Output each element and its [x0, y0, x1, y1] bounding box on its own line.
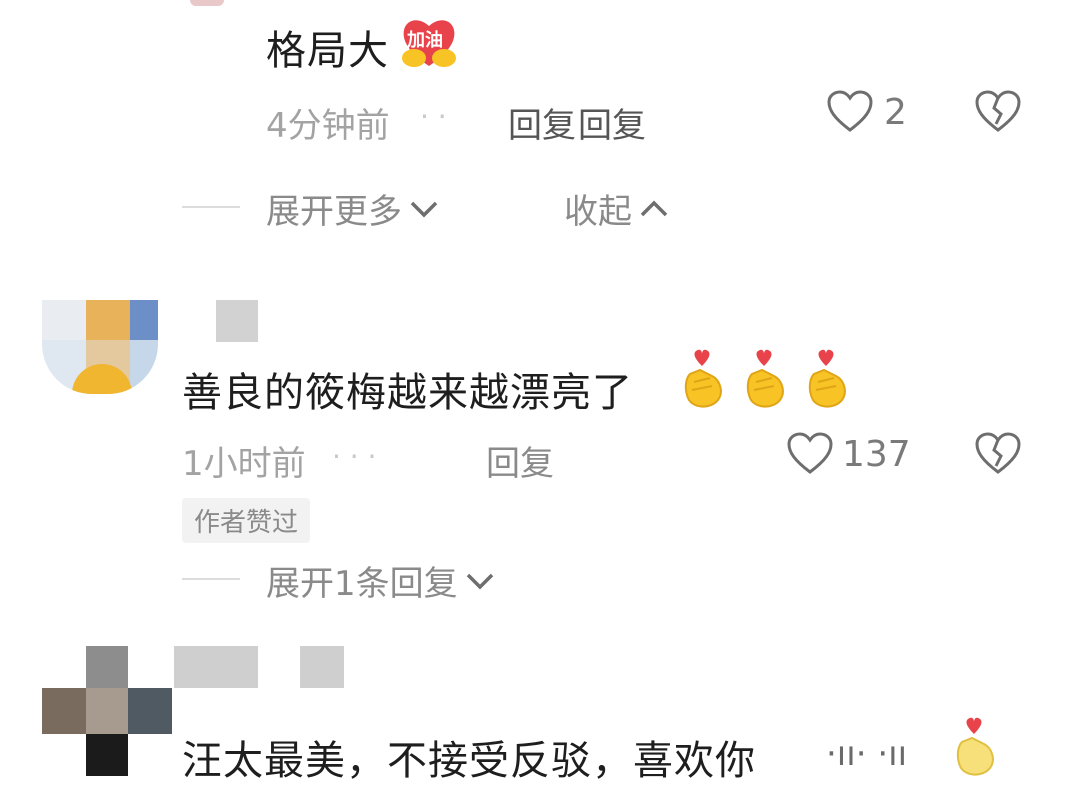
avatar[interactable] [42, 300, 158, 394]
avatar[interactable] [42, 646, 172, 776]
comment-1: 格局大 加油 4分钟前 · · 回复 回复 2 [0, 0, 1080, 240]
username-masked[interactable] [216, 300, 258, 342]
cheer-emoji-icon: 加油 [398, 14, 460, 70]
expand-replies-button[interactable]: 展开1条回复 [266, 556, 496, 605]
finger-heart-emoji-icon [808, 349, 846, 408]
comment-2-time: 1小时前 [182, 444, 306, 484]
cheer-emoji-label: 加油 [407, 30, 443, 51]
comment-1-time: 4分钟前 [266, 106, 390, 146]
comment-1-like-count: 2 [884, 91, 907, 133]
username-masked[interactable] [174, 646, 258, 688]
finger-heart-emoji-icon [684, 349, 722, 408]
chevron-up-icon [640, 200, 668, 216]
comment-2-dislike-button[interactable] [974, 432, 1022, 480]
comment-1-reply-overlap: 回复 [578, 106, 646, 146]
comment-3-text: 汪太最美，不接受反驳，喜欢你 [182, 738, 756, 784]
comment-1-location-masked: · · [420, 100, 447, 133]
comment-2-like-button[interactable]: 137 [786, 432, 911, 476]
comment-2-location-masked: · · · [332, 440, 377, 473]
avatar-remnant [190, 0, 224, 6]
comment-2-like-count: 137 [842, 433, 911, 475]
expand-more-button[interactable]: 展开更多 [266, 184, 440, 233]
chevron-down-icon [410, 201, 438, 217]
comment-2: 善良的筱梅越来越漂亮了 1小时前 · · · 回复 137 作者赞过 展开1条回… [0, 290, 1080, 610]
finger-heart-emoji-icon [956, 717, 994, 776]
replies-divider [182, 578, 240, 580]
author-liked-badge: 作者赞过 [182, 498, 311, 543]
comment-2-reply-button[interactable]: 回复 [486, 436, 554, 485]
username-masked-2 [300, 646, 344, 688]
chevron-down-icon [466, 573, 493, 589]
thread-divider [182, 206, 240, 208]
comment-3-masked-tail: ·ıı· ·ıı [826, 734, 908, 774]
comment-2-text: 善良的筱梅越来越漂亮了 [182, 370, 633, 416]
emoji-row [680, 348, 848, 410]
collapse-button[interactable]: 收起 [564, 184, 670, 233]
comment-1-body: 格局大 [266, 28, 389, 74]
comment-3: 汪太最美，不接受反驳，喜欢你 ·ıı· ·ıı [0, 640, 1080, 798]
comment-1-reply-button[interactable]: 回复 [508, 98, 576, 147]
broken-heart-icon [975, 432, 1021, 474]
comment-1-text: 格局大 [266, 18, 389, 76]
comment-1-like-button[interactable]: 2 [826, 90, 907, 134]
heart-outline-icon [787, 432, 833, 474]
finger-heart-emoji-icon [746, 349, 784, 408]
heart-outline-icon [827, 90, 873, 132]
comment-1-dislike-button[interactable] [974, 90, 1022, 138]
broken-heart-icon [975, 90, 1021, 132]
